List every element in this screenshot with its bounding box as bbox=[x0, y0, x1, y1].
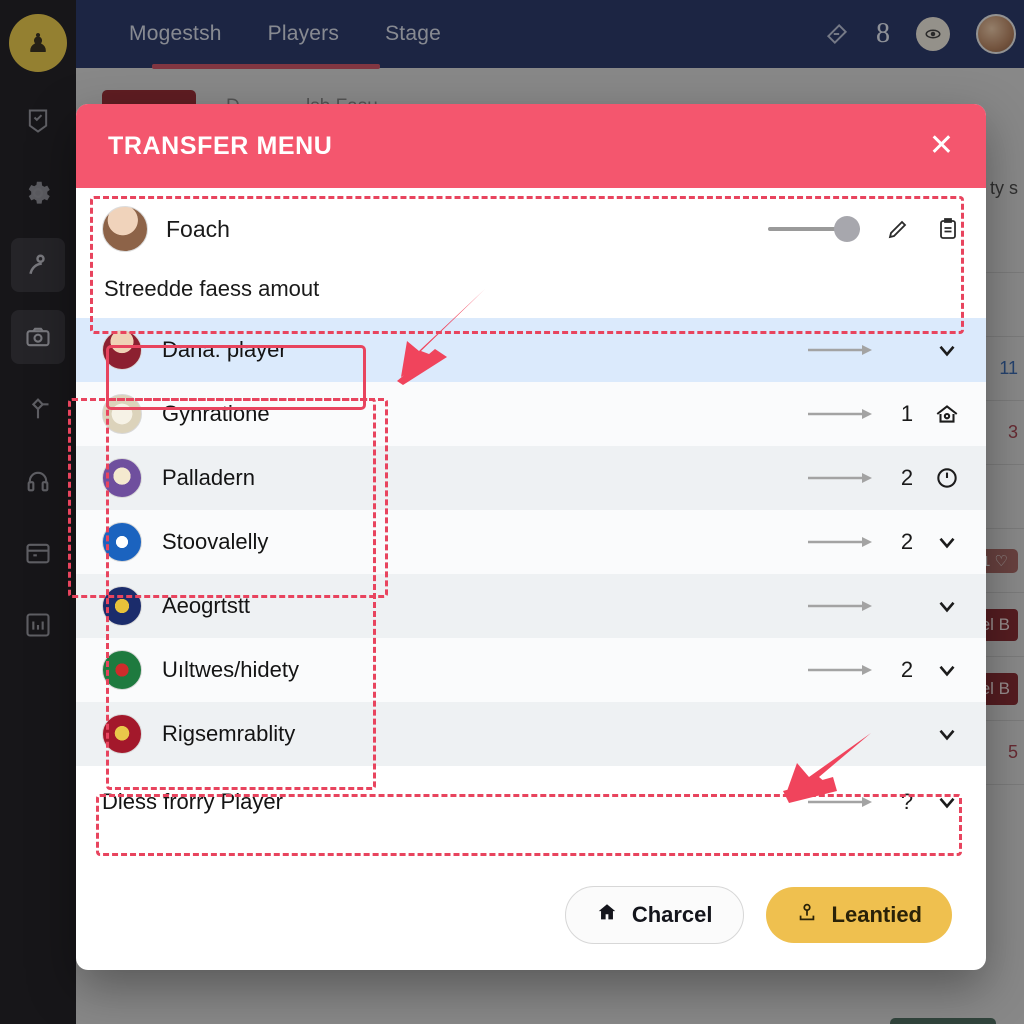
row-controls bbox=[806, 337, 960, 363]
coach-avatar bbox=[102, 206, 148, 252]
team-crest-icon bbox=[102, 458, 142, 498]
player-name: Rigsemrablity bbox=[162, 721, 296, 746]
row-controls: 2 bbox=[806, 657, 960, 683]
dialog-footer: Charcel Leantied bbox=[76, 870, 986, 970]
row-controls: 1 bbox=[806, 401, 960, 427]
clipboard-icon[interactable] bbox=[936, 217, 960, 241]
arrow-right-icon bbox=[806, 406, 880, 422]
chevron-down-icon[interactable] bbox=[934, 593, 960, 619]
row-controls bbox=[806, 721, 960, 747]
player-count: 1 bbox=[900, 401, 914, 426]
dismiss-player-label: Diess frorry Player bbox=[102, 789, 283, 814]
screen: D lsb Fasu kgs ty s 11 3 1 ♡ teel B bbox=[0, 0, 1024, 1024]
download-icon bbox=[796, 901, 818, 929]
arrow-right-icon bbox=[806, 534, 880, 550]
row-controls: 2 bbox=[806, 529, 960, 555]
table-row[interactable]: Aeogrtstt bbox=[76, 574, 986, 638]
table-row[interactable]: Palladern 2 bbox=[76, 446, 986, 510]
clock-icon[interactable] bbox=[934, 465, 960, 491]
player-name: Gynratione bbox=[162, 401, 270, 426]
team-crest-icon bbox=[102, 522, 142, 562]
confirm-button-label: Leantied bbox=[831, 902, 922, 927]
chevron-down-icon[interactable] bbox=[934, 657, 960, 683]
coach-name: Foach bbox=[166, 215, 230, 242]
chevron-down-icon[interactable] bbox=[934, 529, 960, 555]
cancel-button[interactable]: Charcel bbox=[564, 886, 744, 944]
coach-row[interactable]: Foach bbox=[102, 206, 960, 252]
row-controls: 2 bbox=[806, 465, 960, 491]
slider-thumb[interactable] bbox=[834, 216, 860, 242]
player-name: Palladern bbox=[162, 465, 255, 490]
row-controls: ? bbox=[806, 789, 960, 815]
close-icon[interactable]: ✕ bbox=[929, 131, 954, 161]
coach-controls bbox=[768, 216, 960, 242]
table-row[interactable]: Rigsemrablity bbox=[76, 702, 986, 766]
chevron-down-icon[interactable] bbox=[934, 789, 960, 815]
team-crest-icon bbox=[102, 714, 142, 754]
table-row[interactable]: Dana: player bbox=[76, 318, 986, 382]
table-row[interactable]: Gynratione 1 bbox=[76, 382, 986, 446]
chevron-down-icon[interactable] bbox=[934, 337, 960, 363]
chevron-down-icon[interactable] bbox=[934, 721, 960, 747]
player-name: Uıltwes/hidety bbox=[162, 657, 299, 682]
table-row[interactable]: Stoovalelly 2 bbox=[76, 510, 986, 574]
arrow-right-icon bbox=[806, 470, 880, 486]
transfer-menu-dialog: TRANSFER MENU ✕ Foach Streedde faess amo… bbox=[76, 104, 986, 970]
player-count: 2 bbox=[900, 465, 914, 490]
team-crest-icon bbox=[102, 330, 142, 370]
home-icon bbox=[596, 901, 618, 929]
player-count: 2 bbox=[900, 657, 914, 682]
coach-subtitle: Streedde faess amout bbox=[104, 276, 320, 301]
arrow-right-icon bbox=[806, 662, 880, 678]
player-list: Dana: player Gynratione 1 Palladern 2 St… bbox=[76, 318, 986, 870]
dialog-title: TRANSFER MENU bbox=[108, 131, 333, 160]
player-name: Dana: player bbox=[162, 337, 287, 362]
arrow-right-icon bbox=[806, 598, 880, 614]
team-crest-icon bbox=[102, 586, 142, 626]
pencil-icon[interactable] bbox=[886, 217, 910, 241]
arrow-right-icon bbox=[806, 342, 880, 358]
coach-slider[interactable] bbox=[768, 216, 860, 242]
dismiss-player-count: ? bbox=[900, 789, 914, 814]
cancel-button-label: Charcel bbox=[631, 902, 713, 927]
dialog-header: TRANSFER MENU ✕ bbox=[76, 104, 986, 188]
home-icon[interactable] bbox=[934, 401, 960, 427]
team-crest-icon bbox=[102, 650, 142, 690]
dismiss-player-row[interactable]: Diess frorry Player ? bbox=[76, 766, 986, 838]
row-controls bbox=[806, 593, 960, 619]
coach-section: Foach Streedde faess amout bbox=[76, 188, 986, 318]
player-count: 2 bbox=[900, 529, 914, 554]
table-row[interactable]: Uıltwes/hidety 2 bbox=[76, 638, 986, 702]
confirm-button[interactable]: Leantied bbox=[765, 887, 952, 943]
player-name: Stoovalelly bbox=[162, 529, 269, 554]
arrow-right-icon bbox=[806, 794, 880, 810]
team-crest-icon bbox=[102, 394, 142, 434]
dialog-body: Foach Streedde faess amout Dana: player … bbox=[76, 188, 986, 970]
player-name: Aeogrtstt bbox=[162, 593, 251, 618]
